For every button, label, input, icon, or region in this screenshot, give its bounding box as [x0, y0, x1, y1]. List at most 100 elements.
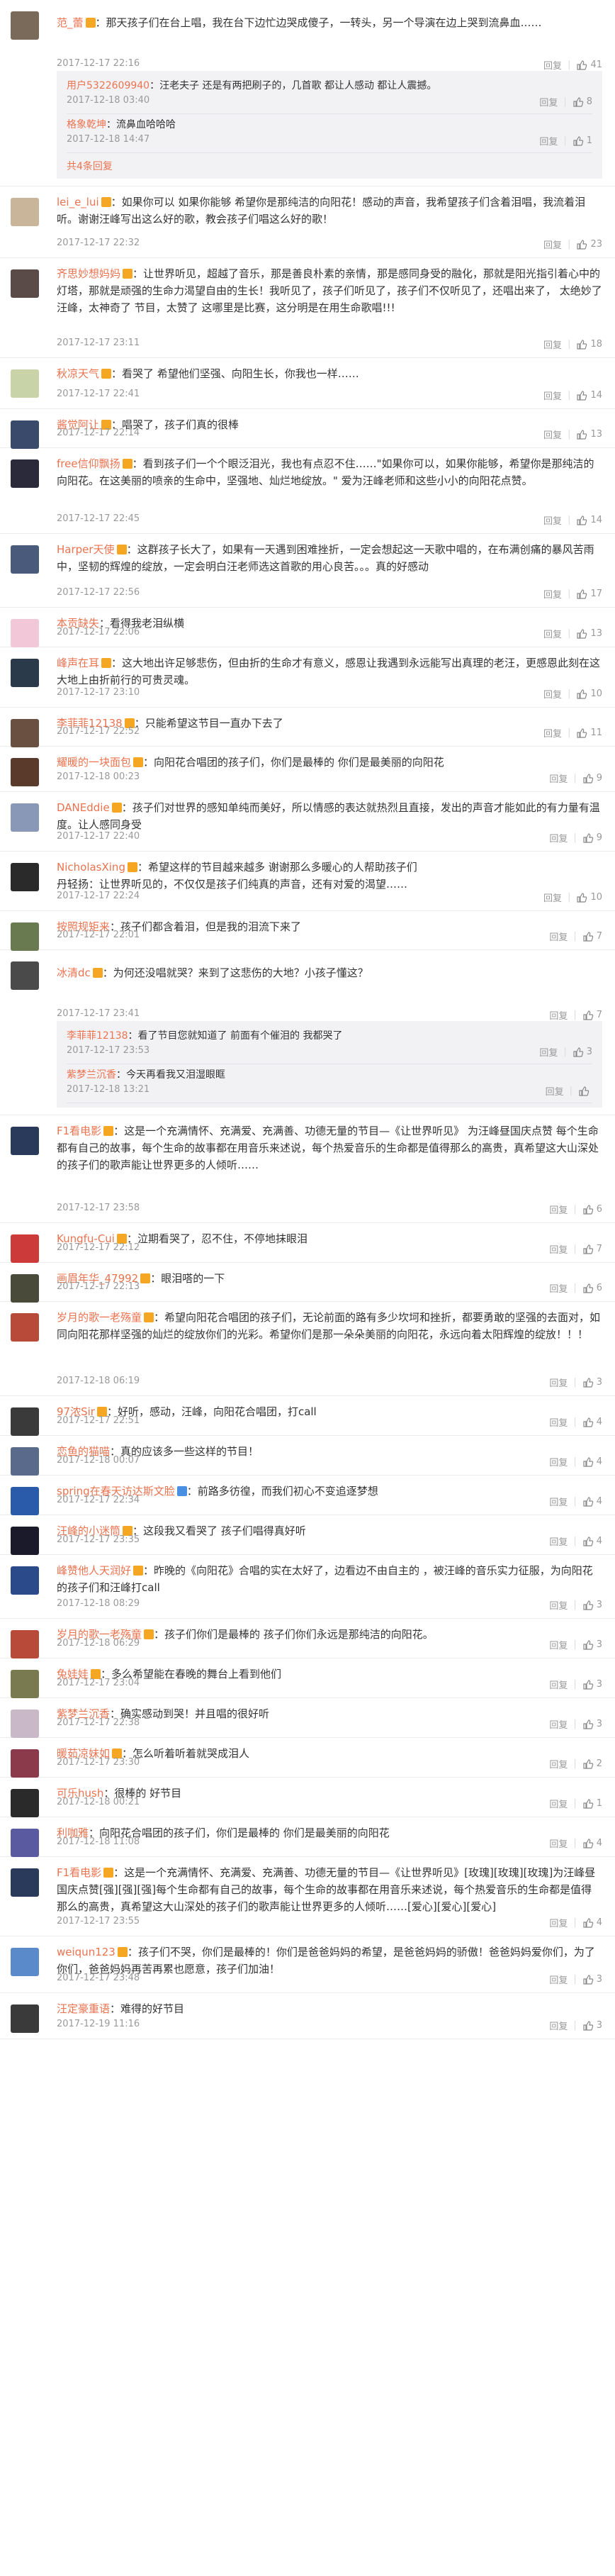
avatar[interactable] [11, 922, 39, 951]
like-button[interactable]: 8 [572, 96, 592, 108]
like-button[interactable]: 10 [576, 688, 602, 700]
reply-button[interactable]: 回复 [543, 627, 562, 640]
like-button[interactable]: 7 [582, 1244, 602, 1255]
comment-username[interactable]: 峰声在耳 [57, 657, 99, 669]
like-button[interactable]: 3 [582, 1719, 602, 1730]
avatar[interactable] [11, 803, 39, 832]
like-button[interactable]: 14 [576, 390, 602, 401]
reply-button[interactable]: 回复 [549, 2019, 568, 2032]
comment-username[interactable]: weiqun123 [57, 1946, 115, 1958]
reply-button[interactable]: 回复 [546, 1084, 564, 1098]
avatar[interactable] [11, 1407, 39, 1436]
avatar[interactable] [11, 459, 39, 488]
like-button[interactable]: 14 [576, 515, 602, 526]
like-button[interactable]: 13 [576, 429, 602, 440]
reply-button[interactable]: 回复 [549, 1376, 568, 1389]
like-button[interactable]: 4 [582, 1536, 602, 1547]
reply-button[interactable]: 回复 [549, 771, 568, 785]
avatar[interactable] [11, 1313, 39, 1342]
reply-username[interactable]: 紫梦兰沉香 [67, 1069, 116, 1081]
comment-username[interactable]: 齐思妙想妈妈 [57, 267, 120, 280]
like-button[interactable]: 9 [582, 773, 602, 784]
avatar[interactable] [11, 1829, 39, 1857]
reply-button[interactable]: 回复 [543, 238, 562, 251]
avatar[interactable] [11, 1749, 39, 1778]
comment-username[interactable]: F1看电影 [57, 1125, 101, 1137]
reply-button[interactable]: 回复 [539, 134, 558, 147]
like-button[interactable]: 3 [582, 2020, 602, 2031]
reply-button[interactable]: 回复 [549, 1678, 568, 1691]
reply-button[interactable]: 回复 [549, 1757, 568, 1771]
avatar[interactable] [11, 1527, 39, 1555]
avatar[interactable] [11, 619, 39, 647]
like-button[interactable]: 4 [582, 1496, 602, 1507]
avatar[interactable] [11, 1566, 39, 1595]
reply-button[interactable]: 回复 [543, 726, 562, 740]
avatar[interactable] [11, 1670, 39, 1698]
avatar[interactable] [11, 758, 39, 786]
like-button[interactable]: 11 [576, 727, 602, 739]
avatar[interactable] [11, 1487, 39, 1515]
reply-button[interactable]: 回复 [549, 1916, 568, 1929]
like-button[interactable]: 4 [582, 1838, 602, 1849]
avatar[interactable] [11, 198, 39, 226]
reply-button[interactable]: 回复 [549, 1008, 568, 1022]
more-replies-link[interactable]: 共4条回复 [67, 153, 592, 174]
reply-button[interactable]: 回复 [549, 1717, 568, 1731]
avatar[interactable] [11, 369, 39, 398]
avatar[interactable] [11, 420, 39, 449]
like-button[interactable]: 3 [582, 1974, 602, 1985]
reply-button[interactable]: 回复 [543, 587, 562, 601]
comment-username[interactable]: lei_e_lui [57, 196, 99, 208]
avatar[interactable] [11, 1234, 39, 1263]
like-button[interactable]: 4 [582, 1917, 602, 1929]
comment-username[interactable]: 范_蕾 [57, 16, 84, 29]
reply-button[interactable]: 回复 [549, 1415, 568, 1429]
avatar[interactable] [11, 863, 39, 891]
reply-button[interactable]: 回复 [549, 1203, 568, 1216]
avatar[interactable] [11, 1710, 39, 1738]
reply-button[interactable]: 回复 [549, 930, 568, 943]
avatar[interactable] [11, 1789, 39, 1817]
like-button[interactable]: 1 [572, 135, 592, 147]
avatar[interactable] [11, 269, 39, 298]
reply-button[interactable]: 回复 [549, 1797, 568, 1810]
like-button[interactable]: 1 [582, 1798, 602, 1810]
reply-button[interactable]: 回复 [549, 831, 568, 844]
reply-button[interactable]: 回复 [543, 428, 562, 441]
comment-username[interactable]: 秋凉天气 [57, 367, 99, 380]
reply-button[interactable]: 回复 [549, 1281, 568, 1295]
like-button[interactable]: 23 [576, 239, 602, 250]
comment-username[interactable]: free信仰飘扬 [57, 457, 120, 470]
reply-button[interactable]: 回复 [543, 58, 562, 72]
reply-username[interactable]: 李菲菲12138 [67, 1030, 128, 1042]
avatar[interactable] [11, 719, 39, 747]
avatar[interactable] [11, 1127, 39, 1155]
reply-button[interactable]: 回复 [549, 1973, 568, 1986]
comment-username[interactable]: 汪定豪重语 [57, 2002, 110, 2015]
avatar[interactable] [11, 2005, 39, 2033]
avatar[interactable] [11, 1868, 39, 1897]
comment-username[interactable]: DANEddie [57, 801, 110, 814]
like-button[interactable]: 13 [576, 628, 602, 640]
like-button[interactable] [578, 1086, 592, 1097]
comment-username[interactable]: 耀暖的一块面包 [57, 756, 131, 769]
reply-button[interactable]: 回复 [543, 338, 562, 351]
reply-button[interactable]: 回复 [539, 95, 558, 108]
avatar[interactable] [11, 1630, 39, 1658]
reply-username[interactable]: 用户5322609940 [67, 80, 149, 91]
avatar[interactable] [11, 545, 39, 574]
reply-button[interactable]: 回复 [543, 513, 562, 527]
like-button[interactable]: 41 [576, 60, 602, 71]
like-button[interactable]: 3 [582, 1639, 602, 1651]
avatar[interactable] [11, 659, 39, 687]
like-button[interactable]: 3 [582, 1600, 602, 1611]
comment-username[interactable]: F1看电影 [57, 1866, 101, 1879]
reply-username[interactable]: 格象乾坤 [67, 119, 106, 130]
like-button[interactable]: 17 [576, 589, 602, 600]
like-button[interactable]: 3 [582, 1377, 602, 1388]
reply-button[interactable]: 回复 [543, 389, 562, 402]
reply-button[interactable]: 回复 [543, 687, 562, 701]
like-button[interactable]: 7 [582, 1010, 602, 1021]
avatar[interactable] [11, 961, 39, 990]
